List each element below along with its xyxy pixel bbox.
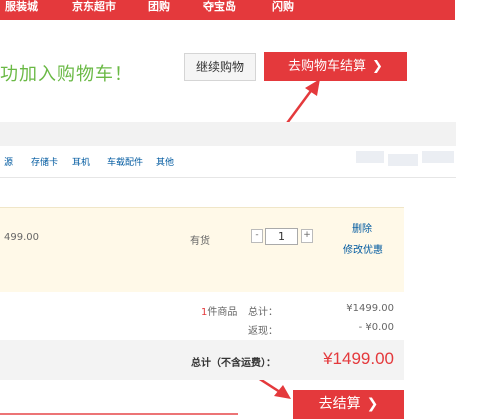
quantity-input[interactable] <box>265 228 298 245</box>
go-to-cart-label: 去购物车结算 <box>288 59 367 74</box>
grand-total-label: 总计（不含运费）： <box>191 358 276 369</box>
blurred-region <box>356 151 384 163</box>
go-to-cart-button[interactable]: 去购物车结算 ❯ <box>264 52 407 81</box>
subtotal-value: ¥1499.00 <box>346 303 394 314</box>
nav-item-flash-sale[interactable]: 闪购 <box>272 0 294 20</box>
category-link[interactable]: 存储卡 <box>31 155 58 168</box>
item-stock-status: 有货 <box>190 236 210 247</box>
blurred-region <box>422 151 454 163</box>
subtotal-label: 总计： <box>248 307 278 318</box>
cart-summary: 1件商品 总计： ¥1499.00 返现： - ¥0.00 <box>0 293 404 340</box>
quantity-decrease-button[interactable]: - <box>251 229 263 243</box>
checkout-label: 去结算 <box>318 396 361 412</box>
chevron-right-icon: ❯ <box>372 59 383 74</box>
category-link[interactable]: 耳机 <box>72 155 90 168</box>
rebate-value: - ¥0.00 <box>358 322 394 333</box>
category-link[interactable]: 其他 <box>156 155 174 168</box>
rebate-label: 返现： <box>248 326 278 337</box>
checkout-button[interactable]: 去结算 ❯ <box>293 390 404 419</box>
nav-item-treasure[interactable]: 夺宝岛 <box>203 0 236 20</box>
chevron-right-icon: ❯ <box>366 396 379 412</box>
category-link[interactable]: 源 <box>4 155 13 168</box>
add-to-cart-success-message: 功加入购物车！ <box>0 64 133 85</box>
item-count: 1件商品 <box>201 303 237 318</box>
cart-item-row: 499.00 有货 - + 删除 修改优惠 <box>0 207 404 292</box>
continue-shopping-label: 继续购物 <box>195 60 244 74</box>
nav-item-clothing[interactable]: 服装城 <box>5 0 38 20</box>
quantity-increase-button[interactable]: + <box>301 229 313 243</box>
top-nav-bar: 服装城 京东超市 团购 夺宝岛 闪购 <box>0 0 455 20</box>
bottom-accent-line <box>0 413 238 415</box>
nav-item-group-buy[interactable]: 团购 <box>148 0 170 20</box>
blurred-region <box>388 154 418 166</box>
cart-header-bar <box>0 122 456 146</box>
category-link[interactable]: 车载配件 <box>107 155 143 168</box>
nav-item-supermarket[interactable]: 京东超市 <box>72 0 116 20</box>
grand-total-value: ¥1499.00 <box>323 349 394 368</box>
grand-total-bar: 总计（不含运费）： ¥1499.00 <box>0 340 404 380</box>
item-count-suffix: 件商品 <box>207 307 238 318</box>
modify-promotion-link[interactable]: 修改优惠 <box>343 241 383 256</box>
divider <box>0 177 456 178</box>
delete-item-link[interactable]: 删除 <box>352 220 372 235</box>
continue-shopping-button[interactable]: 继续购物 <box>184 53 256 81</box>
item-price: 499.00 <box>4 232 39 243</box>
